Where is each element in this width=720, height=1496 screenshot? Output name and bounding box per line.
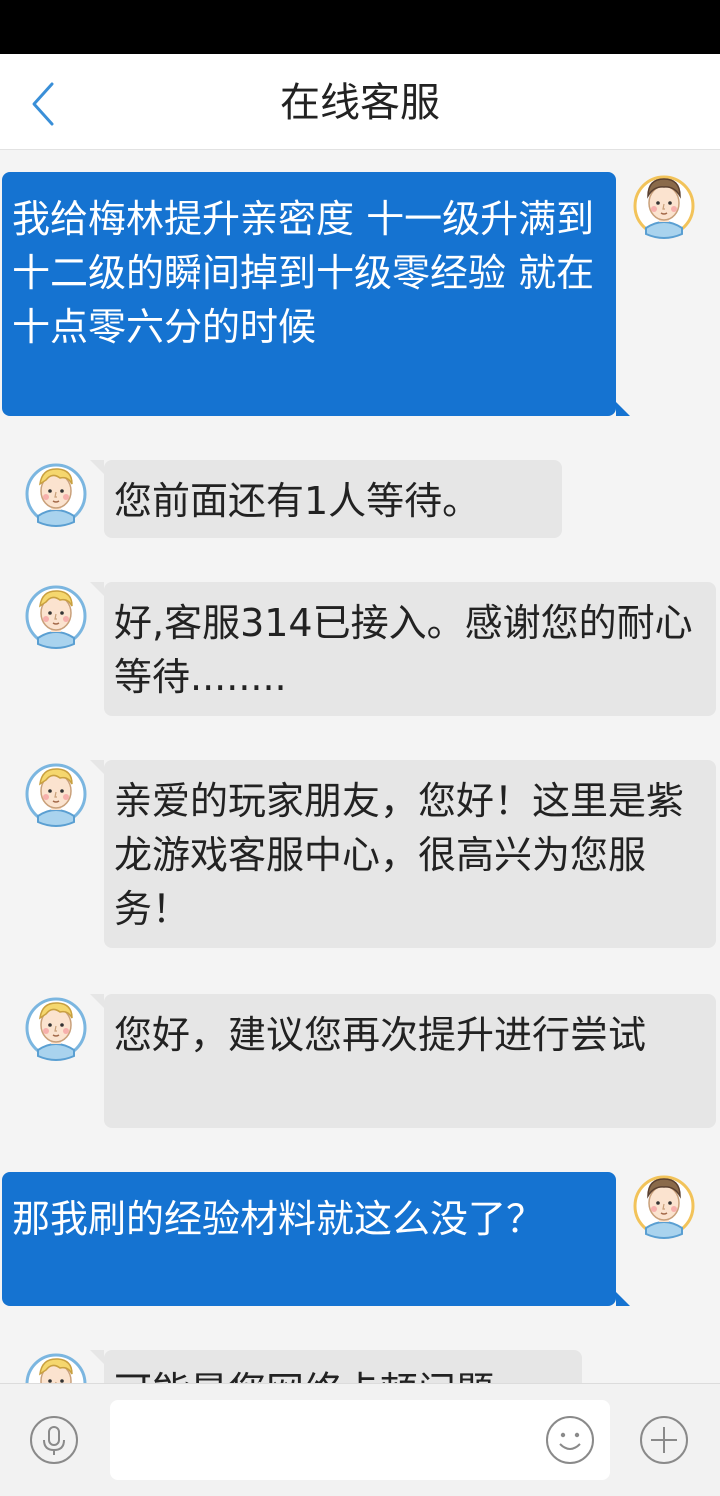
message-row-agent: 亲爱的玩家朋友，您好！这里是紫龙游戏客服中心，很高兴为您服务！ [0, 750, 720, 950]
message-row-agent: 您好，建议您再次提升进行尝试 [0, 984, 720, 1134]
bubble-tail [90, 994, 104, 1008]
agent-message-bubble: 好,客服314已接入。感谢您的耐心等待........ [104, 582, 716, 716]
message-row-agent: 好,客服314已接入。感谢您的耐心等待........ [0, 572, 720, 722]
bubble-tail [90, 460, 104, 474]
agent-message-bubble: 亲爱的玩家朋友，您好！这里是紫龙游戏客服中心，很高兴为您服务！ [104, 760, 716, 948]
microphone-icon [30, 1416, 78, 1464]
agent-avatar [24, 458, 88, 528]
bubble-tail [90, 582, 104, 596]
agent-message-bubble: 您前面还有1人等待。 [104, 460, 562, 538]
agent-message-bubble: 您好，建议您再次提升进行尝试 [104, 994, 716, 1128]
voice-input-button[interactable] [28, 1414, 80, 1466]
chat-message-list[interactable]: 我给梅林提升亲密度 十一级升满到十二级的瞬间掉到十级零经验 就在十点零六分的时候… [0, 150, 720, 1383]
user-avatar [632, 1170, 696, 1240]
user-avatar [632, 170, 696, 240]
agent-avatar [24, 580, 88, 650]
message-row-agent: 您前面还有1人等待。 [0, 450, 720, 550]
user-message-bubble: 我给梅林提升亲密度 十一级升满到十二级的瞬间掉到十级零经验 就在十点零六分的时候 [2, 172, 616, 416]
bubble-tail [616, 402, 630, 416]
input-bar [0, 1383, 720, 1496]
agent-avatar [24, 992, 88, 1062]
agent-message-bubble: 可能是您网络卡顿问题 [104, 1350, 582, 1383]
more-options-button[interactable] [638, 1414, 690, 1466]
smiley-icon [546, 1416, 594, 1464]
bubble-tail [90, 760, 104, 774]
emoji-button[interactable] [544, 1414, 596, 1466]
agent-avatar [24, 758, 88, 828]
message-row-user: 我给梅林提升亲密度 十一级升满到十二级的瞬间掉到十级零经验 就在十点零六分的时候 [0, 150, 720, 420]
message-row-agent: 可能是您网络卡顿问题 [0, 1340, 720, 1383]
status-bar [0, 0, 720, 54]
bubble-tail [616, 1292, 630, 1306]
page-title: 在线客服 [280, 80, 440, 126]
header: 在线客服 [0, 54, 720, 150]
bubble-tail [90, 1350, 104, 1364]
message-input[interactable] [110, 1400, 610, 1480]
user-message-bubble: 那我刷的经验材料就这么没了？ [2, 1172, 616, 1306]
agent-avatar [24, 1348, 88, 1383]
plus-icon [640, 1416, 688, 1464]
message-row-user: 那我刷的经验材料就这么没了？ [0, 1160, 720, 1310]
